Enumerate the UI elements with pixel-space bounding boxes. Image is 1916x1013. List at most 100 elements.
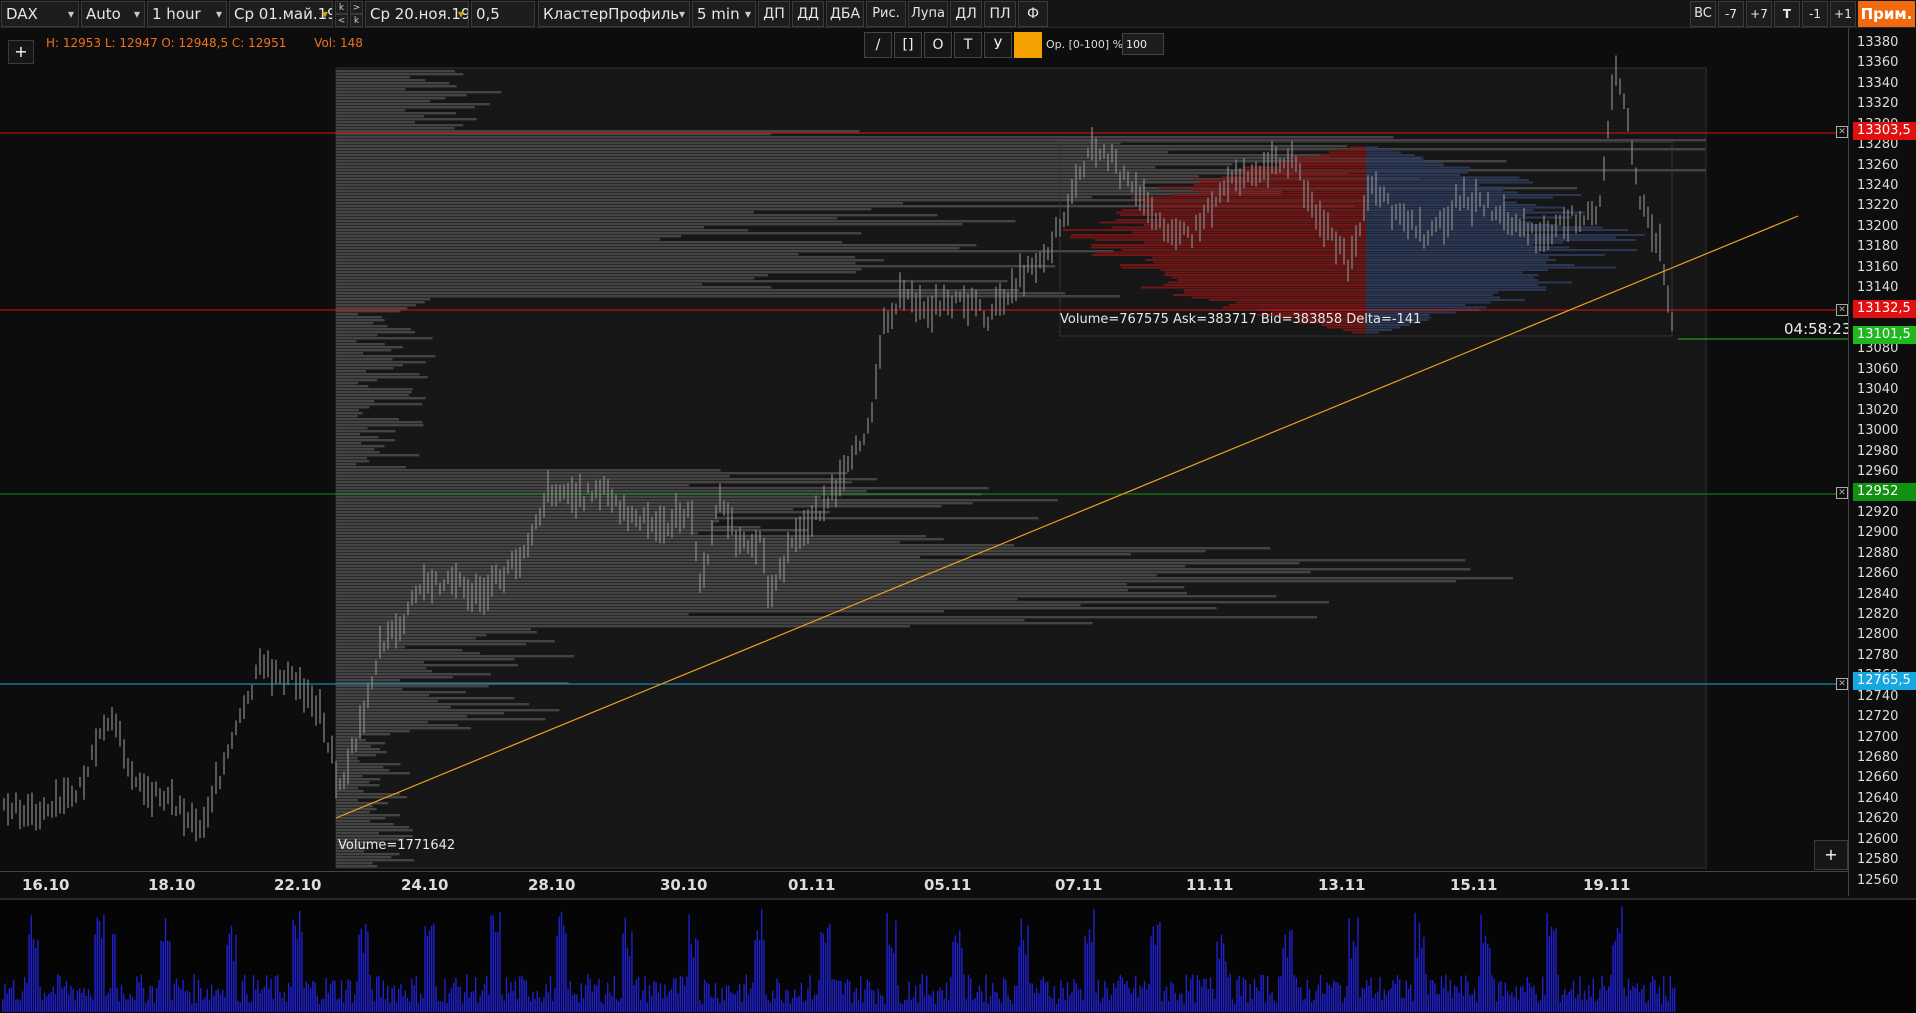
time-tick-label: 15.11 (1450, 876, 1498, 894)
price-tick-label: 13220 (1857, 198, 1899, 214)
time-tick-label: 30.10 (660, 876, 708, 894)
price-level-badge: 13101,5 (1853, 326, 1916, 344)
price-tick-label: 12580 (1857, 852, 1899, 868)
f-button[interactable]: Ф (1018, 1, 1048, 27)
price-tick-label: 13040 (1857, 382, 1899, 398)
price-tick-label: 12960 (1857, 464, 1899, 480)
price-tick-label: 12980 (1857, 443, 1899, 459)
opacity-input[interactable] (1122, 33, 1164, 55)
time-axis[interactable]: 16.10 18.10 22.10 24.10 28.10 30.10 01.11 05.11… (0, 871, 1848, 896)
price-tick-label: 12900 (1857, 525, 1899, 541)
minus1-button[interactable]: -1 (1802, 1, 1828, 27)
date-shift-up-button[interactable]: k (335, 1, 348, 14)
plus7-button[interactable]: +7 (1746, 1, 1772, 27)
price-tick-label: 12600 (1857, 831, 1899, 847)
remove-line-icon[interactable]: ✕ (1836, 678, 1848, 690)
price-tick-label: 13140 (1857, 280, 1899, 296)
time-tick-label: 18.10 (148, 876, 196, 894)
timeframe-select[interactable]: 1 hour (147, 1, 227, 27)
date-shift-arrows-2: > k (350, 1, 363, 27)
price-tick-label: 12620 (1857, 811, 1899, 827)
price-tick-label: 12820 (1857, 607, 1899, 623)
remove-line-icon[interactable]: ✕ (1836, 126, 1848, 138)
add-pane-button[interactable]: + (1814, 840, 1848, 870)
mode-select[interactable]: Auto (81, 1, 145, 27)
u-tool-button[interactable]: У (984, 32, 1012, 58)
price-tick-label: 12800 (1857, 627, 1899, 643)
date-shift-left-button[interactable]: k (350, 14, 363, 27)
time-tick-label: 01.11 (788, 876, 836, 894)
price-level-badge: 13132,5 (1853, 300, 1916, 318)
date-shift-right-button[interactable]: > (350, 1, 363, 14)
dba-button[interactable]: ДБА (826, 1, 864, 27)
time-tick-label: 11.11 (1186, 876, 1234, 894)
symbol-select[interactable]: DAX (1, 1, 79, 27)
price-tick-label: 13320 (1857, 96, 1899, 112)
remove-line-icon[interactable]: ✕ (1836, 304, 1848, 316)
cluster-profile-label: Volume=767575 Ask=383717 Bid=383858 Delt… (1060, 312, 1422, 327)
price-level-badge: 13303,5 (1853, 122, 1916, 140)
plus1-button[interactable]: +1 (1830, 1, 1856, 27)
time-tick-label: 22.10 (274, 876, 322, 894)
profile-type-select[interactable]: КластерПрофиль (538, 1, 690, 27)
volume-bars (2, 906, 1676, 1012)
profile-period-select[interactable]: 5 min (692, 1, 756, 27)
time-tick-label: 24.10 (401, 876, 449, 894)
price-tick-label: 12660 (1857, 770, 1899, 786)
price-tick-label: 12700 (1857, 729, 1899, 745)
dd-button[interactable]: ДД (792, 1, 824, 27)
time-tick-label: 19.11 (1583, 876, 1631, 894)
time-tick-label: 16.10 (22, 876, 70, 894)
price-tick-label: 13260 (1857, 157, 1899, 173)
time-tick-label: 05.11 (924, 876, 972, 894)
bc-button[interactable]: BC (1690, 1, 1716, 27)
time-tick-label: 07.11 (1055, 876, 1103, 894)
price-tick-label: 13180 (1857, 239, 1899, 255)
price-tick-label: 12720 (1857, 709, 1899, 725)
price-tick-label: 13060 (1857, 361, 1899, 377)
price-chart[interactable] (0, 28, 1848, 871)
price-tick-label: 12920 (1857, 504, 1899, 520)
price-tick-label: 13240 (1857, 178, 1899, 193)
color-swatch-button[interactable] (1014, 32, 1042, 58)
price-tick-label: 13020 (1857, 402, 1899, 418)
price-tick-label: 12880 (1857, 545, 1899, 561)
apply-button[interactable]: Прим. (1858, 1, 1915, 27)
pl-button[interactable]: ПЛ (984, 1, 1016, 27)
rectangle-tool-button[interactable]: [] (894, 32, 922, 58)
price-tick-label: 13000 (1857, 423, 1899, 439)
date-from-select[interactable]: Ср 01.май.19 (229, 1, 333, 27)
time-tick-label: 28.10 (528, 876, 576, 894)
price-tick-label: 12780 (1857, 647, 1899, 663)
step-input[interactable]: 0,5 (471, 1, 535, 27)
price-tick-label: 12560 (1857, 872, 1899, 888)
magnifier-button[interactable]: Лупа (908, 1, 948, 27)
remove-line-icon[interactable]: ✕ (1836, 487, 1848, 499)
date-shift-down-button[interactable]: < (335, 14, 348, 27)
price-tick-label: 12740 (1857, 688, 1899, 704)
dp-button[interactable]: ДП (758, 1, 790, 27)
price-tick-label: 13340 (1857, 75, 1899, 91)
toolbar: DAX Auto 1 hour Ср 01.май.19 k < > k Ср … (0, 0, 1916, 28)
volume-pane (0, 898, 1916, 1013)
t-button[interactable]: T (1774, 1, 1800, 27)
date-to-select[interactable]: Ср 20.ноя.19 (365, 1, 469, 27)
price-level-badge: 12765,5 (1853, 672, 1916, 690)
add-indicator-button[interactable]: + (8, 40, 34, 64)
ellipse-tool-button[interactable]: O (924, 32, 952, 58)
profile-volume-label: Volume=1771642 (338, 838, 456, 853)
dl-button[interactable]: ДЛ (950, 1, 982, 27)
chart-canvas (0, 55, 1848, 869)
draw-button[interactable]: Рис. (866, 1, 906, 27)
price-tick-label: 12860 (1857, 566, 1899, 582)
ohlc-volume: Vol: 148 (314, 36, 363, 50)
line-tool-button[interactable]: / (864, 32, 892, 58)
price-axis[interactable]: 1338013360133401332013300132801326013240… (1848, 28, 1916, 896)
date-shift-arrows: k < (335, 1, 348, 27)
price-tick-label: 13380 (1857, 35, 1899, 50)
text-tool-button[interactable]: T (954, 32, 982, 58)
ohlc-values: H: 12953 L: 12947 O: 12948,5 C: 12951 (46, 36, 287, 50)
price-tick-label: 12640 (1857, 790, 1899, 806)
minus7-button[interactable]: -7 (1718, 1, 1744, 27)
time-tick-label: 13.11 (1318, 876, 1366, 894)
